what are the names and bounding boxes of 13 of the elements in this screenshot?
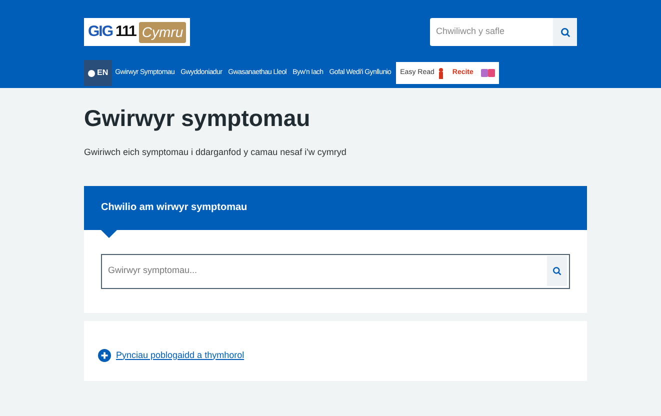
search-input[interactable]: Chwiliwch y safle — [430, 25, 553, 39]
figure-icon — [438, 68, 444, 78]
search-icon — [552, 266, 562, 276]
symptom-search-input[interactable]: Gwirwyr symptomau... — [102, 264, 547, 278]
site-search-field[interactable]: Chwiliwch y safle — [430, 18, 577, 46]
symptom-search-field[interactable]: Gwirwyr symptomau... — [101, 254, 570, 288]
site-logo[interactable]: GIG 111 Cymru — [84, 18, 190, 46]
page-title: Gwirwyr symptomau — [84, 104, 312, 132]
plus-icon — [98, 348, 111, 362]
panel-heading: Chwilio am wirwyr symptomau — [101, 201, 248, 215]
intro-text: Gwiriwch eich symptomau i ddarganfod y camau nesaf i'w cymryd — [84, 146, 348, 159]
search-icon — [560, 26, 570, 38]
language-tab[interactable]: EN — [84, 60, 112, 86]
